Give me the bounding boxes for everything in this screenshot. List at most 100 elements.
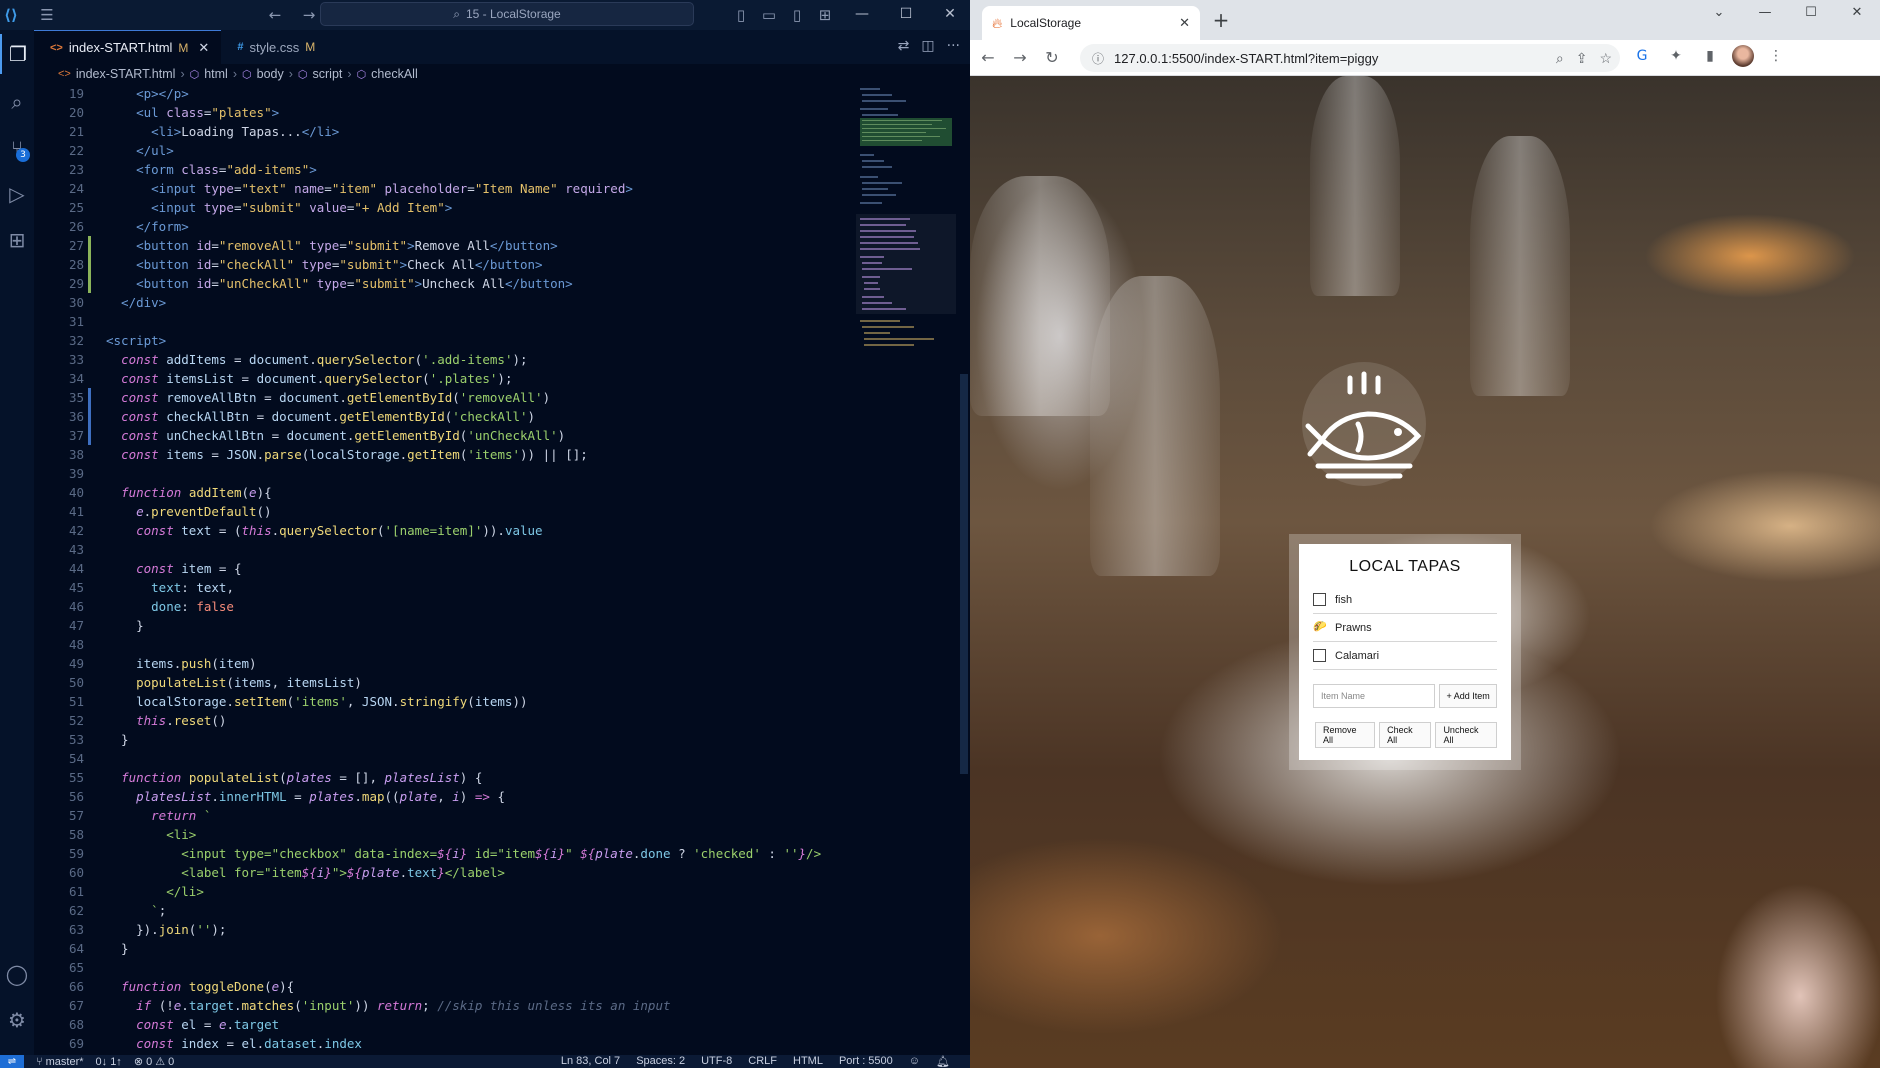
code-line[interactable]: 56 platesList.innerHTML = plates.map((pl… [34,787,854,806]
code-line[interactable]: 62 `; [34,901,854,920]
code-line[interactable]: 53 } [34,730,854,749]
menu-icon[interactable]: ☰ [34,2,60,28]
toggle-panel-icon[interactable]: ▭ [756,2,782,28]
code-line[interactable]: 19 <p></p> [34,84,854,103]
code-line[interactable]: 21 <li>Loading Tapas...</li> [34,122,854,141]
share-icon[interactable]: ⇪ [1576,50,1588,67]
explorer-icon[interactable]: ❐ [0,34,34,74]
breadcrumb-item[interactable]: html [204,67,228,81]
maximize-icon[interactable]: ☐ [884,0,928,28]
code-line[interactable]: 45 text: text, [34,578,854,597]
code-line[interactable]: 29 <button id="unCheckAll" type="submit"… [34,274,854,293]
run-debug-icon[interactable]: ▷ [0,174,34,214]
code-line[interactable]: 59 <input type="checkbox" data-index=${i… [34,844,854,863]
settings-gear-icon[interactable]: ⚙ [0,1000,34,1040]
url-text[interactable]: 127.0.0.1:5500/index-START.html?item=pig… [1114,51,1378,66]
minimize-icon[interactable]: — [1742,0,1788,24]
code-line[interactable]: 47 } [34,616,854,635]
close-tab-icon[interactable]: ✕ [198,40,209,56]
code-line[interactable]: 58 <li> [34,825,854,844]
code-line[interactable]: 35 const removeAllBtn = document.getElem… [34,388,854,407]
code-line[interactable]: 32 <script> [34,331,854,350]
code-line[interactable]: 52 this.reset() [34,711,854,730]
translate-icon[interactable]: G [1630,44,1654,68]
more-actions-icon[interactable]: ··· [947,38,960,54]
extensions-icon[interactable]: ⊞ [0,220,34,260]
breadcrumb-item[interactable]: index-START.html [76,67,176,81]
address-bar[interactable]: ⓘ 127.0.0.1:5500/index-START.html?item=p… [1080,44,1620,72]
feedback-icon[interactable]: ☺ [909,1055,920,1068]
code-line[interactable]: 34 const itemsList = document.querySelec… [34,369,854,388]
git-branch[interactable]: master* [46,1056,84,1068]
code-line[interactable]: 23 <form class="add-items"> [34,160,854,179]
chrome-menu-icon[interactable]: ⋮ [1764,44,1788,68]
zoom-icon[interactable]: ⌕ [1556,50,1564,67]
code-line[interactable]: 37 const unCheckAllBtn = document.getEle… [34,426,854,445]
code-line[interactable]: 46 done: false [34,597,854,616]
code-line[interactable]: 69 const index = el.dataset.index [34,1034,854,1053]
notifications-bell-icon[interactable]: 🔔︎ [936,1055,950,1068]
list-item[interactable]: 🌮 Prawns [1313,614,1497,642]
tab-index-start-html[interactable]: <> index-START.html M ✕ [34,30,222,64]
item-label[interactable]: Prawns [1335,622,1372,634]
indentation[interactable]: Spaces: 2 [636,1055,685,1068]
sync-status[interactable]: 0↓ 1↑ [96,1056,122,1068]
item-name-input[interactable]: Item Name [1313,684,1436,708]
code-line[interactable]: 65 [34,958,854,977]
item-label[interactable]: Calamari [1335,650,1379,662]
live-server-port[interactable]: Port : 5500 [839,1055,893,1068]
back-arrow-icon[interactable]: ← [974,44,1002,72]
code-line[interactable]: 67 if (!e.target.matches('input')) retur… [34,996,854,1015]
code-line[interactable]: 49 items.push(item) [34,654,854,673]
close-tab-icon[interactable]: ✕ [1179,15,1190,31]
code-line[interactable]: 24 <input type="text" name="item" placeh… [34,179,854,198]
forward-arrow-icon[interactable]: → [1006,44,1034,72]
code-line[interactable]: 42 const text = (this.querySelector('[na… [34,521,854,540]
customize-layout-icon[interactable]: ⊞ [812,2,838,28]
code-line[interactable]: 26 </form> [34,217,854,236]
unchecked-checkbox[interactable] [1313,593,1326,606]
code-line[interactable]: 61 </li> [34,882,854,901]
code-editor[interactable]: 19 <p></p> 20 <ul class="plates"> 21 <li>L… [34,84,854,1055]
open-changes-icon[interactable]: ⇄ [898,38,910,54]
code-line[interactable]: 54 [34,749,854,768]
close-icon[interactable]: ✕ [1834,0,1880,24]
tab-style-css[interactable]: # style.css M [221,30,327,64]
reload-icon[interactable]: ↻ [1038,44,1066,72]
code-line[interactable]: 20 <ul class="plates"> [34,103,854,122]
code-line[interactable]: 33 const addItems = document.querySelect… [34,350,854,369]
browser-tab[interactable]: 🔥︎ LocalStorage ✕ [982,6,1200,40]
account-icon[interactable]: ◯ [0,954,34,994]
code-line[interactable]: 60 <label for="item${i}">${plate.text}</… [34,863,854,882]
taco-checked-icon[interactable]: 🌮 [1313,621,1327,634]
tab-search-chevron-icon[interactable]: ⌄ [1696,0,1742,24]
search-icon[interactable]: ⌕ [0,82,34,122]
minimize-icon[interactable]: — [840,0,884,28]
side-panel-icon[interactable]: ▮ [1698,44,1722,68]
code-line[interactable]: 63 }).join(''); [34,920,854,939]
code-line[interactable]: 41 e.preventDefault() [34,502,854,521]
problems-status[interactable]: ⊗ 0 ⚠ 0 [134,1055,174,1068]
site-info-icon[interactable]: ⓘ [1092,50,1104,67]
breadcrumb-item[interactable]: checkAll [371,67,418,81]
toggle-sidebar-icon[interactable]: ▯ [728,2,754,28]
unchecked-checkbox[interactable] [1313,649,1326,662]
extensions-puzzle-icon[interactable]: ✦ [1664,44,1688,68]
code-line[interactable]: 40 function addItem(e){ [34,483,854,502]
code-line[interactable]: 38 const items = JSON.parse(localStorage… [34,445,854,464]
code-line[interactable]: 25 <input type="submit" value="+ Add Ite… [34,198,854,217]
language-mode[interactable]: HTML [793,1055,823,1068]
command-center-search[interactable]: ⌕ 15 - LocalStorage [320,2,694,26]
code-line[interactable]: 39 [34,464,854,483]
add-item-button[interactable]: + Add Item [1439,684,1497,708]
list-item[interactable]: Calamari [1313,642,1497,670]
source-control-icon[interactable]: ⑂ 3 [0,128,34,168]
scrollbar-thumb[interactable] [960,374,968,774]
item-label[interactable]: fish [1335,594,1352,606]
code-line[interactable]: 51 localStorage.setItem('items', JSON.st… [34,692,854,711]
breadcrumb-item[interactable]: body [257,67,284,81]
code-line[interactable]: 57 return ` [34,806,854,825]
close-icon[interactable]: ✕ [928,0,970,28]
code-line[interactable]: 55 function populateList(plates = [], pl… [34,768,854,787]
code-line[interactable]: 68 const el = e.target [34,1015,854,1034]
